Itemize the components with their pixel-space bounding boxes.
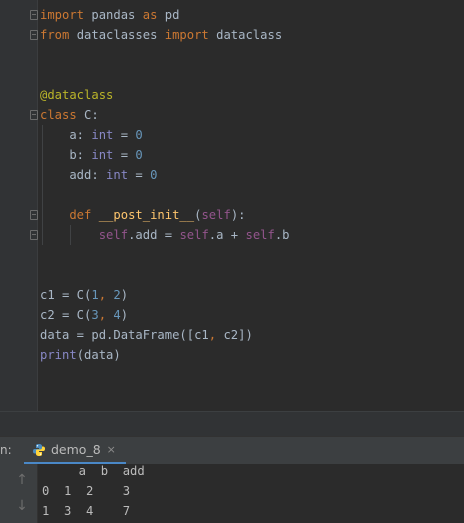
code-token: pd (157, 8, 180, 22)
code-line: @dataclass (40, 85, 113, 105)
code-line: class C: (40, 105, 99, 125)
code-token: , (98, 308, 114, 322)
code-line: a: int = 0 (40, 125, 143, 145)
code-token: pandas (84, 8, 143, 22)
code-token: ): (230, 208, 246, 222)
code-token: (data) (76, 348, 121, 362)
run-toolbar: ↑ ↓ (0, 464, 38, 523)
code-token: def (40, 208, 92, 222)
code-line: c2 = C(3, 4) (40, 305, 128, 325)
output-line: 1 3 4 7 (42, 504, 131, 518)
code-token: self (98, 228, 129, 242)
code-token: c2]) (223, 328, 253, 342)
code-token: int (91, 148, 114, 162)
code-token: 0 (135, 148, 143, 162)
code-token: c1 = C( (40, 288, 92, 302)
code-token: __post_init__ (98, 208, 195, 222)
arrow-down-icon[interactable]: ↓ (14, 498, 30, 514)
code-token: @dataclass (40, 88, 114, 102)
code-token: self (201, 208, 231, 222)
code-token: a: (40, 128, 92, 142)
code-line: print(data) (40, 345, 121, 365)
code-token: 4 (113, 308, 121, 322)
code-token: = (113, 148, 136, 162)
code-token: import (164, 28, 209, 42)
code-token: 2 (113, 288, 121, 302)
run-panel-header: n: demo_8 × (0, 436, 464, 465)
output-line: a b add (42, 464, 145, 478)
code-token: = (113, 128, 136, 142)
code-line: data = pd.DataFrame([c1, c2]) (40, 325, 253, 345)
code-line: from dataclasses import dataclass (40, 25, 282, 45)
fold-marker-icon[interactable] (30, 230, 38, 240)
code-line-partial: ` ` (40, 0, 91, 5)
code-token: .a + (208, 228, 246, 242)
run-output-panel: ↑ ↓ a b add 0 1 2 3 1 3 4 7 (0, 464, 464, 523)
code-token: self (179, 228, 209, 242)
code-token: C: (76, 108, 99, 122)
code-token: int (106, 168, 129, 182)
code-editor[interactable]: import pandas as pd from dataclasses impo… (0, 0, 464, 411)
code-token: as (142, 8, 158, 22)
code-token: .add = (128, 228, 180, 242)
fold-marker-icon[interactable] (30, 10, 38, 20)
code-token: .b (274, 228, 290, 242)
code-token: , (98, 288, 114, 302)
code-token: dataclass (208, 28, 283, 42)
editor-bottom-bar (0, 411, 464, 436)
fold-marker-icon[interactable] (30, 30, 38, 40)
code-token: ) (120, 288, 129, 302)
code-token: 3 (91, 308, 99, 322)
code-token: add: (40, 168, 107, 182)
code-token: import (40, 8, 85, 22)
code-line: self.add = self.a + self.b (40, 225, 290, 245)
code-token: 0 (135, 128, 143, 142)
code-token: 0 (150, 168, 158, 182)
code-token: int (91, 128, 114, 142)
code-token: class (40, 108, 77, 122)
ide-window: import pandas as pd from dataclasses impo… (0, 0, 464, 523)
code-line: c1 = C(1, 2) (40, 285, 128, 305)
code-token: c2 = C( (40, 308, 92, 322)
output-line: 0 1 2 3 (42, 484, 131, 498)
code-line: import pandas as pd (40, 5, 179, 25)
arrow-up-icon[interactable]: ↑ (14, 472, 30, 488)
code-token: dataclasses (69, 28, 165, 42)
fold-marker-icon[interactable] (30, 110, 38, 120)
code-line: b: int = 0 (40, 145, 143, 165)
code-token: print (40, 348, 77, 362)
code-token: b: (40, 148, 92, 162)
code-line: def __post_init__(self): (40, 205, 246, 225)
fold-marker-icon[interactable] (30, 210, 38, 220)
code-token: data = pd.DataFrame([c1 (40, 328, 209, 342)
code-token: from (40, 28, 70, 42)
run-panel-title: n: (0, 443, 12, 457)
tab-label: demo_8 (51, 442, 101, 457)
code-token: 1 (91, 288, 99, 302)
python-icon (33, 443, 45, 456)
code-line: add: int = 0 (40, 165, 157, 185)
close-icon[interactable]: × (107, 443, 116, 456)
editor-gutter (0, 0, 38, 411)
code-token: = (128, 168, 151, 182)
code-token: ) (120, 308, 129, 322)
code-token: , (208, 328, 224, 342)
code-token: self (245, 228, 275, 242)
